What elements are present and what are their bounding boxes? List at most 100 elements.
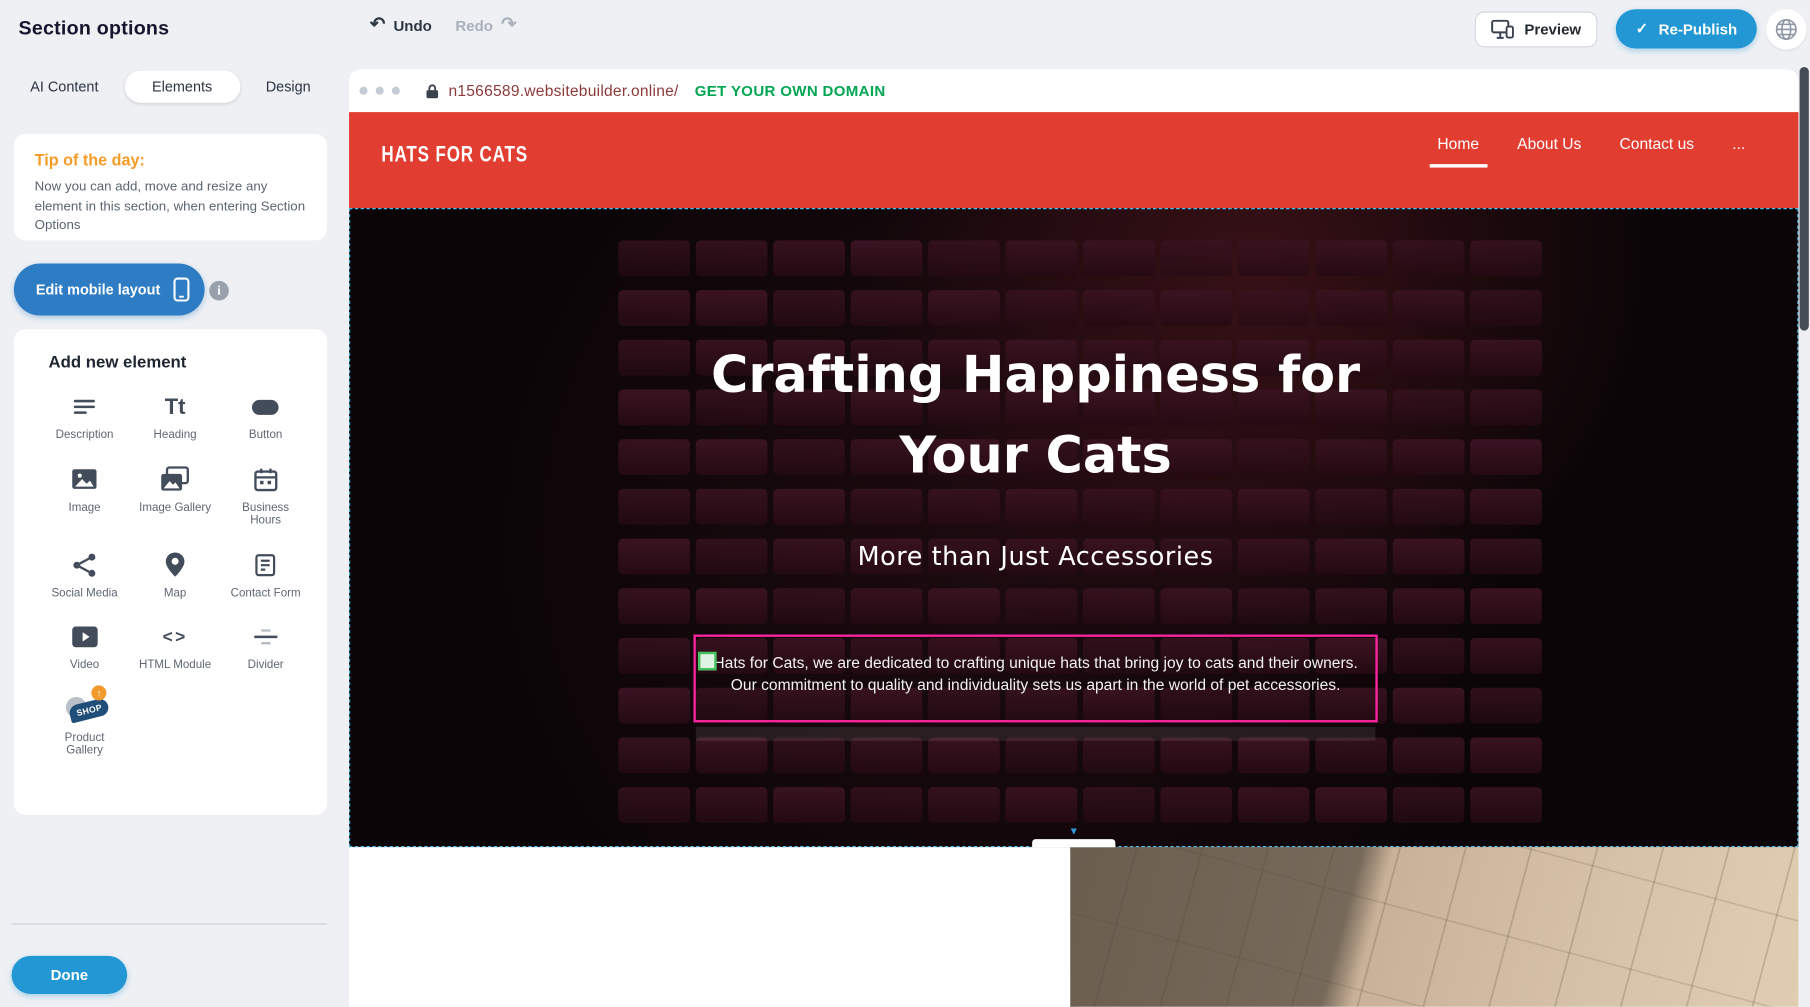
nav-contact-us[interactable]: Contact us [1619, 133, 1694, 177]
element-resize-handle[interactable] [698, 652, 716, 670]
element-label: Map [138, 587, 212, 600]
redo-button[interactable]: Redo ↷ [455, 16, 516, 34]
tab-elements[interactable]: Elements [124, 71, 240, 103]
hero-tile [1160, 737, 1232, 773]
tab-design[interactable]: Design [259, 71, 318, 103]
hero-paragraph[interactable]: Hats for Cats, we are dedicated to craft… [696, 637, 1376, 720]
element-video[interactable]: Video [43, 622, 126, 672]
element-image-gallery[interactable]: Image Gallery [133, 464, 216, 528]
element-label: Business Hours [229, 501, 303, 528]
selected-text-element[interactable]: Hats for Cats, we are dedicated to craft… [693, 635, 1377, 723]
element-grid: Description Tt Heading Button Image [39, 392, 311, 758]
hero-tile [1470, 688, 1542, 724]
next-section-image[interactable] [1070, 847, 1798, 1007]
hero-tile [1393, 638, 1465, 674]
language-globe-button[interactable] [1766, 9, 1806, 49]
social-media-icon [72, 550, 97, 580]
undo-icon: ↶ [370, 16, 385, 34]
contact-form-icon [253, 550, 277, 580]
tip-title: Tip of the day: [35, 150, 307, 168]
element-html-module[interactable]: <> HTML Module [133, 622, 216, 672]
site-header[interactable]: HATS FOR CATS Home About Us Contact us .… [349, 112, 1798, 208]
element-label: Image Gallery [138, 501, 212, 514]
info-icon[interactable]: i [209, 281, 229, 301]
hero-tile [773, 737, 845, 773]
nav-more[interactable]: ... [1732, 133, 1745, 177]
text-ghost-bar [696, 727, 1376, 741]
element-label: Product Gallery [48, 731, 122, 758]
preview-label: Preview [1524, 21, 1581, 38]
hero-tile [1083, 787, 1155, 823]
redo-icon: ↷ [501, 16, 516, 34]
window-dot [392, 87, 400, 95]
hero-tile [1470, 737, 1542, 773]
hero-tile [618, 688, 690, 724]
hero-tile [1393, 688, 1465, 724]
headline-line2: Your Cats [349, 416, 1722, 497]
scrollbar-thumb[interactable] [1800, 67, 1809, 331]
lock-icon [425, 83, 439, 99]
html-module-icon: <> [163, 622, 188, 652]
hero-tile [1315, 240, 1387, 276]
site-logo[interactable]: HATS FOR CATS [381, 144, 528, 169]
hero-tile [928, 588, 1000, 624]
add-element-title: Add new element [49, 354, 328, 372]
element-label: Contact Form [229, 587, 303, 600]
hero-tile [1160, 240, 1232, 276]
element-social-media[interactable]: Social Media [43, 550, 126, 600]
hero-tile [1006, 290, 1078, 326]
tab-ai-content[interactable]: AI Content [23, 71, 105, 103]
next-section-content[interactable] [349, 847, 1070, 1007]
hero-tile [1083, 240, 1155, 276]
done-button[interactable]: Done [12, 956, 128, 994]
hero-subheadline[interactable]: More than Just Accessories [349, 543, 1722, 572]
hero-tile [618, 290, 690, 326]
republish-label: Re-Publish [1659, 20, 1737, 37]
element-description[interactable]: Description [43, 392, 126, 442]
hero-tile [1083, 737, 1155, 773]
republish-button[interactable]: ✓ Re-Publish [1616, 9, 1757, 48]
hero-tile [1238, 290, 1310, 326]
element-heading[interactable]: Tt Heading [133, 392, 216, 442]
element-button[interactable]: Button [224, 392, 307, 442]
page-title: Section options [18, 17, 169, 40]
hero-tile [1470, 240, 1542, 276]
element-business-hours[interactable]: Business Hours [224, 464, 307, 528]
hero-tile [1393, 290, 1465, 326]
hero-tile [1238, 588, 1310, 624]
hero-tile [696, 737, 768, 773]
nav-home[interactable]: Home [1437, 133, 1479, 177]
preview-button[interactable]: Preview [1475, 12, 1598, 48]
image-icon [71, 464, 99, 494]
hero-tile [1238, 787, 1310, 823]
element-label: Heading [138, 429, 212, 442]
undo-button[interactable]: ↶ Undo [370, 16, 432, 34]
get-domain-link[interactable]: GET YOUR OWN DOMAIN [695, 82, 886, 99]
hero-tile [928, 737, 1000, 773]
check-icon: ✓ [1636, 20, 1649, 38]
hero-section[interactable]: Crafting Happiness for Your Cats More th… [349, 208, 1798, 847]
hero-tile [1160, 290, 1232, 326]
element-label: HTML Module [138, 659, 212, 672]
edit-mobile-layout-button[interactable]: Edit mobile layout [14, 264, 204, 316]
redo-label: Redo [455, 17, 493, 34]
element-contact-form[interactable]: Contact Form [224, 550, 307, 600]
hero-tile [1160, 787, 1232, 823]
section-resize-handle[interactable]: ▼ ▲ [1032, 839, 1115, 847]
hero-tile [1315, 787, 1387, 823]
element-map[interactable]: Map [133, 550, 216, 600]
hero-tile [1315, 588, 1387, 624]
hero-headline[interactable]: Crafting Happiness for Your Cats [349, 335, 1722, 497]
hero-tile [1470, 638, 1542, 674]
hero-tile [696, 290, 768, 326]
tip-card: Tip of the day: Now you can add, move an… [14, 134, 327, 240]
element-divider[interactable]: Divider [224, 622, 307, 672]
phone-icon [173, 277, 189, 301]
hero-tile [773, 290, 845, 326]
window-dot [359, 87, 367, 95]
hero-tile [696, 588, 768, 624]
element-product-gallery[interactable]: SHOP ↑ Product Gallery [43, 694, 126, 758]
element-image[interactable]: Image [43, 464, 126, 528]
hero-tile [1393, 737, 1465, 773]
nav-about-us[interactable]: About Us [1517, 133, 1581, 177]
